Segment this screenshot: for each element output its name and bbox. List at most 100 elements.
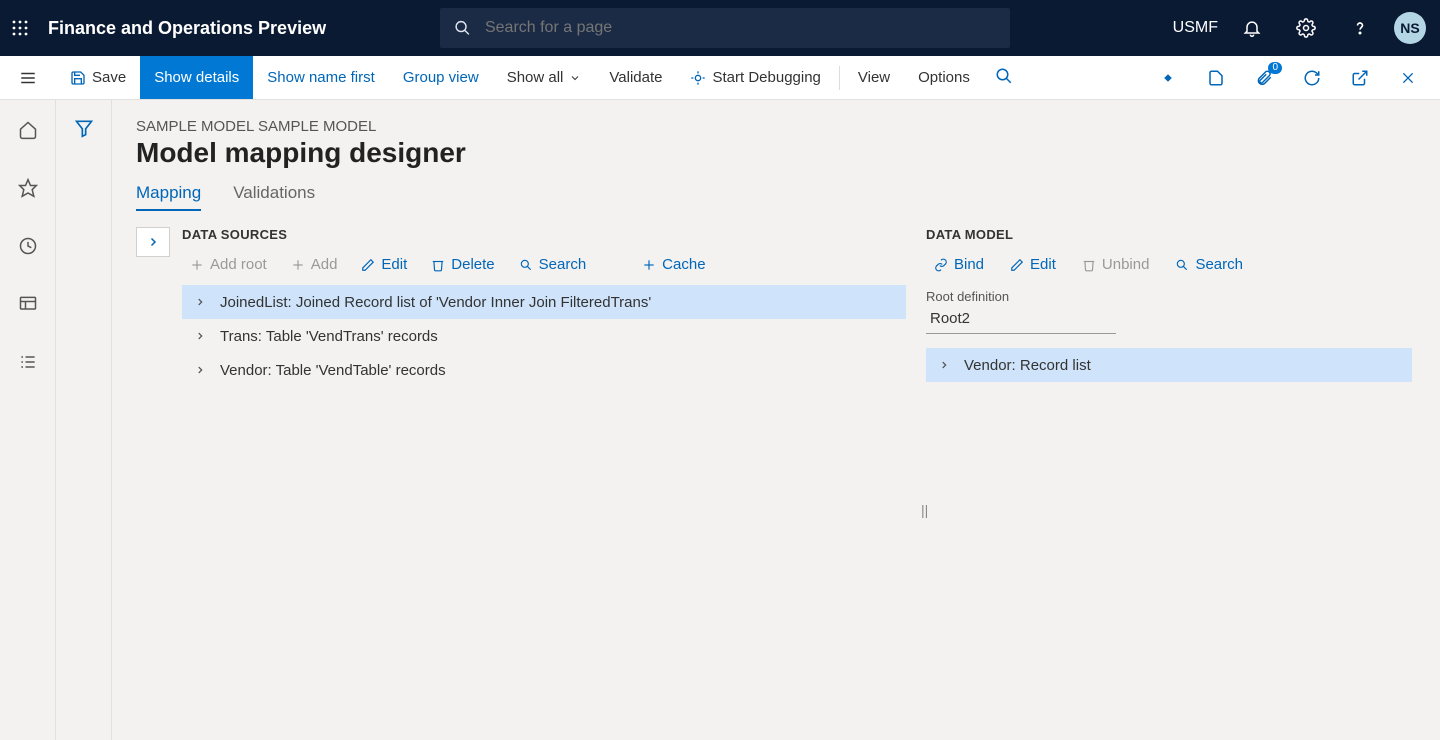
show-name-first-button[interactable]: Show name first — [253, 56, 389, 99]
workspace-icon[interactable] — [8, 284, 48, 324]
show-all-dropdown[interactable]: Show all — [493, 56, 596, 99]
gear-icon[interactable] — [1286, 8, 1326, 48]
main-area: SAMPLE MODEL SAMPLE MODEL Model mapping … — [0, 100, 1440, 740]
tree-row[interactable]: JoinedList: Joined Record list of 'Vendo… — [182, 285, 906, 319]
popout-button[interactable] — [1340, 58, 1380, 98]
save-button[interactable]: Save — [56, 56, 140, 99]
side-rail — [0, 100, 56, 740]
plus-icon — [190, 258, 204, 272]
dm-search-button[interactable]: Search — [1167, 252, 1251, 277]
page-title: Model mapping designer — [136, 137, 1416, 169]
dm-edit-button[interactable]: Edit — [1002, 252, 1064, 277]
start-debugging-button[interactable]: Start Debugging — [676, 56, 834, 99]
data-model-tree: Vendor: Record list — [926, 348, 1412, 382]
help-icon[interactable] — [1340, 8, 1380, 48]
data-model-panel: DATA MODEL Bind Edit Unbind — [926, 227, 1416, 740]
data-model-heading: DATA MODEL — [926, 227, 1412, 242]
group-view-button[interactable]: Group view — [389, 56, 493, 99]
close-icon — [1400, 70, 1416, 86]
star-icon[interactable] — [8, 168, 48, 208]
popout-icon — [1351, 69, 1369, 87]
ds-search-label: Search — [539, 256, 587, 273]
panels: DATA SOURCES Add root Add — [136, 227, 1416, 740]
tab-validations[interactable]: Validations — [233, 183, 315, 211]
tree-row[interactable]: Vendor: Record list — [926, 348, 1412, 382]
dm-search-label: Search — [1195, 256, 1243, 273]
chevron-right-icon[interactable] — [190, 297, 210, 307]
ds-edit-button[interactable]: Edit — [353, 252, 415, 277]
content: SAMPLE MODEL SAMPLE MODEL Model mapping … — [56, 100, 1440, 740]
chevron-right-icon[interactable] — [190, 365, 210, 375]
top-bar: Finance and Operations Preview USMF NS — [0, 0, 1440, 56]
start-debugging-label: Start Debugging — [712, 69, 820, 86]
add-root-label: Add root — [210, 256, 267, 273]
view-menu[interactable]: View — [844, 56, 904, 99]
page: SAMPLE MODEL SAMPLE MODEL Model mapping … — [112, 100, 1440, 740]
splitter-handle[interactable]: || — [921, 502, 928, 518]
ds-search-button[interactable]: Search — [511, 252, 595, 277]
chevron-right-icon[interactable] — [934, 360, 954, 370]
pencil-icon — [1010, 258, 1024, 272]
tree-row-label: Vendor: Table 'VendTable' records — [220, 362, 446, 379]
search-icon — [995, 67, 1013, 85]
avatar[interactable]: NS — [1394, 12, 1426, 44]
diamond-icon[interactable] — [1148, 58, 1188, 98]
refresh-button[interactable] — [1292, 58, 1332, 98]
expand-types-button[interactable] — [136, 227, 170, 257]
tree-row-label: Vendor: Record list — [964, 357, 1091, 374]
show-details-button[interactable]: Show details — [140, 56, 253, 99]
save-icon — [70, 70, 86, 86]
tabs: Mapping Validations — [136, 183, 1416, 211]
waffle-icon[interactable] — [0, 8, 40, 48]
ds-edit-label: Edit — [381, 256, 407, 273]
command-bar: Save Show details Show name first Group … — [0, 56, 1440, 100]
ds-delete-button[interactable]: Delete — [423, 252, 502, 277]
validate-button[interactable]: Validate — [595, 56, 676, 99]
clock-icon[interactable] — [8, 226, 48, 266]
app-title: Finance and Operations Preview — [40, 18, 440, 39]
data-sources-actions: Add root Add Edit — [182, 252, 906, 277]
find-button[interactable] — [984, 56, 1024, 96]
trash-icon — [431, 258, 445, 272]
tree-row-label: Trans: Table 'VendTrans' records — [220, 328, 438, 345]
options-menu[interactable]: Options — [904, 56, 984, 99]
tab-mapping[interactable]: Mapping — [136, 183, 201, 211]
plus-icon — [291, 258, 305, 272]
global-search-input[interactable] — [485, 19, 996, 37]
chevron-right-icon[interactable] — [190, 331, 210, 341]
document-icon[interactable] — [1196, 58, 1236, 98]
chevron-down-icon — [569, 72, 581, 84]
refresh-icon — [1303, 69, 1321, 87]
root-definition-value[interactable]: Root2 — [926, 306, 1116, 334]
cache-button[interactable]: Cache — [634, 252, 713, 277]
bell-icon[interactable] — [1232, 8, 1272, 48]
root-definition-label: Root definition — [926, 289, 1412, 304]
search-icon — [454, 19, 471, 37]
tree-row-label: JoinedList: Joined Record list of 'Vendo… — [220, 294, 651, 311]
link-icon — [934, 258, 948, 272]
filter-column — [56, 100, 112, 740]
add-button[interactable]: Add — [283, 252, 346, 277]
close-button[interactable] — [1388, 58, 1428, 98]
tree-row[interactable]: Trans: Table 'VendTrans' records — [182, 319, 906, 353]
hamburger-icon[interactable] — [0, 56, 56, 99]
search-icon — [519, 258, 533, 272]
bind-button[interactable]: Bind — [926, 252, 992, 277]
save-label: Save — [92, 69, 126, 86]
modules-icon[interactable] — [8, 342, 48, 382]
home-icon[interactable] — [8, 110, 48, 150]
attachments-button[interactable]: 0 — [1244, 58, 1284, 98]
filter-icon[interactable] — [74, 118, 94, 740]
unbind-label: Unbind — [1102, 256, 1150, 273]
add-root-button[interactable]: Add root — [182, 252, 275, 277]
badge-count: 0 — [1268, 62, 1282, 74]
breadcrumb: SAMPLE MODEL SAMPLE MODEL — [136, 118, 1416, 135]
chevron-right-icon — [147, 236, 159, 248]
company-code[interactable]: USMF — [1173, 19, 1218, 37]
tree-row[interactable]: Vendor: Table 'VendTable' records — [182, 353, 906, 387]
global-search[interactable] — [440, 8, 1010, 48]
dm-edit-label: Edit — [1030, 256, 1056, 273]
unbind-button[interactable]: Unbind — [1074, 252, 1158, 277]
debug-icon — [690, 70, 706, 86]
cache-label: Cache — [662, 256, 705, 273]
